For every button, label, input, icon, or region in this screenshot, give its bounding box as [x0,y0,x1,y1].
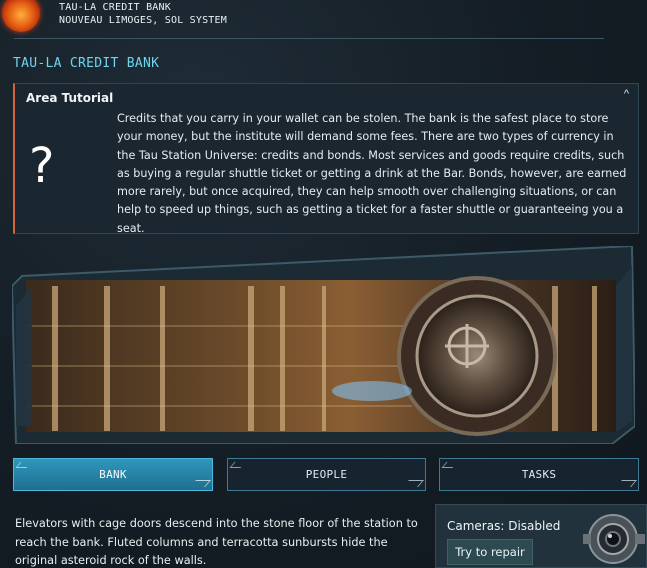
tab-people[interactable]: PEOPLE [227,458,426,491]
tab-bank[interactable]: BANK [13,458,213,491]
tab-corner-decoration [616,480,637,487]
tab-bank-label: BANK [99,468,127,481]
tab-tasks[interactable]: TASKS [439,458,639,491]
tab-corner-decoration [190,480,211,487]
location-header: TAU-LA CREDIT BANK NOUVEAU LIMOGES, SOL … [0,0,647,40]
area-description: Elevators with cage doors descend into t… [15,517,418,568]
security-camera-icon [583,514,645,564]
camera-widget: Cameras: Disabled Try to repair [435,504,647,568]
sun-icon [2,0,40,32]
try-to-repair-button[interactable]: Try to repair [447,539,533,565]
page: TAU-LA CREDIT BANK NOUVEAU LIMOGES, SOL … [0,0,647,568]
tab-corner-decoration [403,480,424,487]
camera-status: Cameras: Disabled [447,519,561,533]
location-subtitle: NOUVEAU LIMOGES, SOL SYSTEM [59,15,227,26]
page-title: TAU-LA CREDIT BANK [13,56,160,71]
tab-people-label: PEOPLE [305,468,348,481]
bank-vault-scene-image [12,246,635,444]
question-icon: ? [29,138,55,194]
tab-corner-decoration [15,462,32,468]
tutorial-title[interactable]: Area Tutorial [26,91,113,105]
tutorial-text: Credits that you carry in your wallet ca… [117,112,627,235]
collapse-icon[interactable]: ^ [624,88,629,100]
tab-tasks-label: TASKS [521,468,557,481]
header-divider [14,38,604,39]
tab-corner-decoration [229,462,246,468]
area-tutorial-panel: Area Tutorial ^ ? Credits that you carry… [13,83,639,235]
tab-corner-decoration [441,462,458,468]
location-name: TAU-LA CREDIT BANK [59,2,171,13]
